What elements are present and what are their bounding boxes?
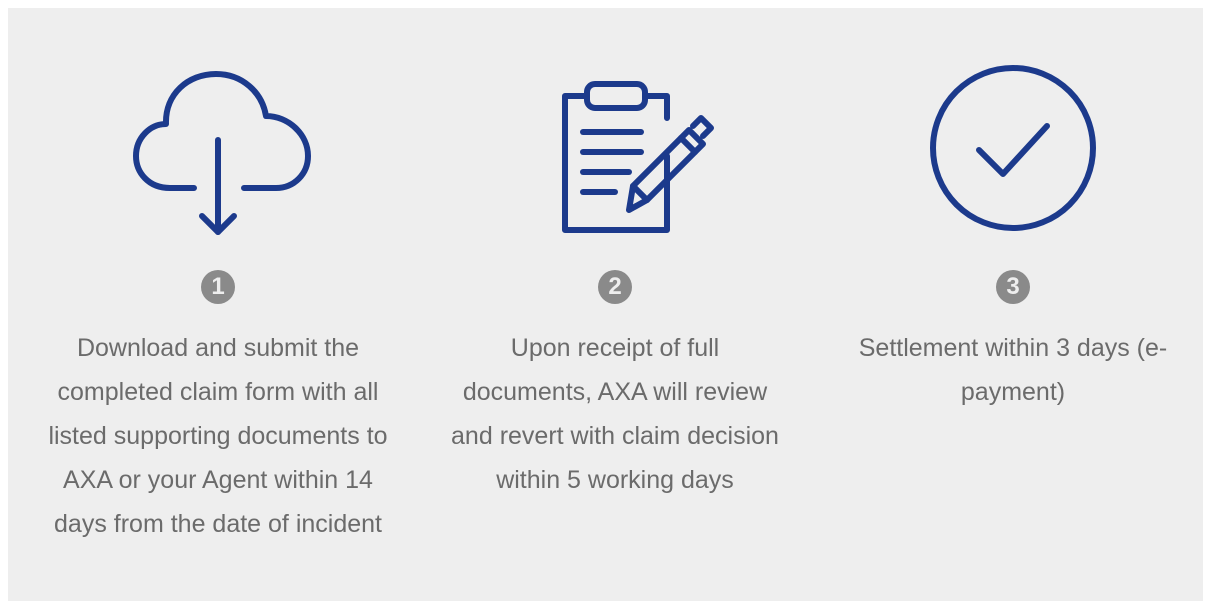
- step-number-badge: 1: [201, 270, 235, 304]
- step-1: 1 Download and submit the completed clai…: [38, 8, 398, 601]
- step-description: Download and submit the completed claim …: [48, 334, 388, 538]
- step-number-badge: 2: [598, 270, 632, 304]
- cloud-download-icon: [118, 60, 318, 240]
- clipboard-pen-icon: [515, 60, 715, 240]
- step-description: Settlement within 3 days (e-payment): [858, 334, 1168, 406]
- step-2: 2 Upon receipt of full documents, AXA wi…: [435, 8, 795, 601]
- checkmark-circle-icon: [913, 60, 1113, 240]
- claim-steps-panel: 1 Download and submit the completed clai…: [8, 8, 1203, 601]
- step-description: Upon receipt of full documents, AXA will…: [451, 334, 779, 494]
- step-3: 3 Settlement within 3 days (e-payment): [833, 8, 1193, 601]
- step-number-badge: 3: [996, 270, 1030, 304]
